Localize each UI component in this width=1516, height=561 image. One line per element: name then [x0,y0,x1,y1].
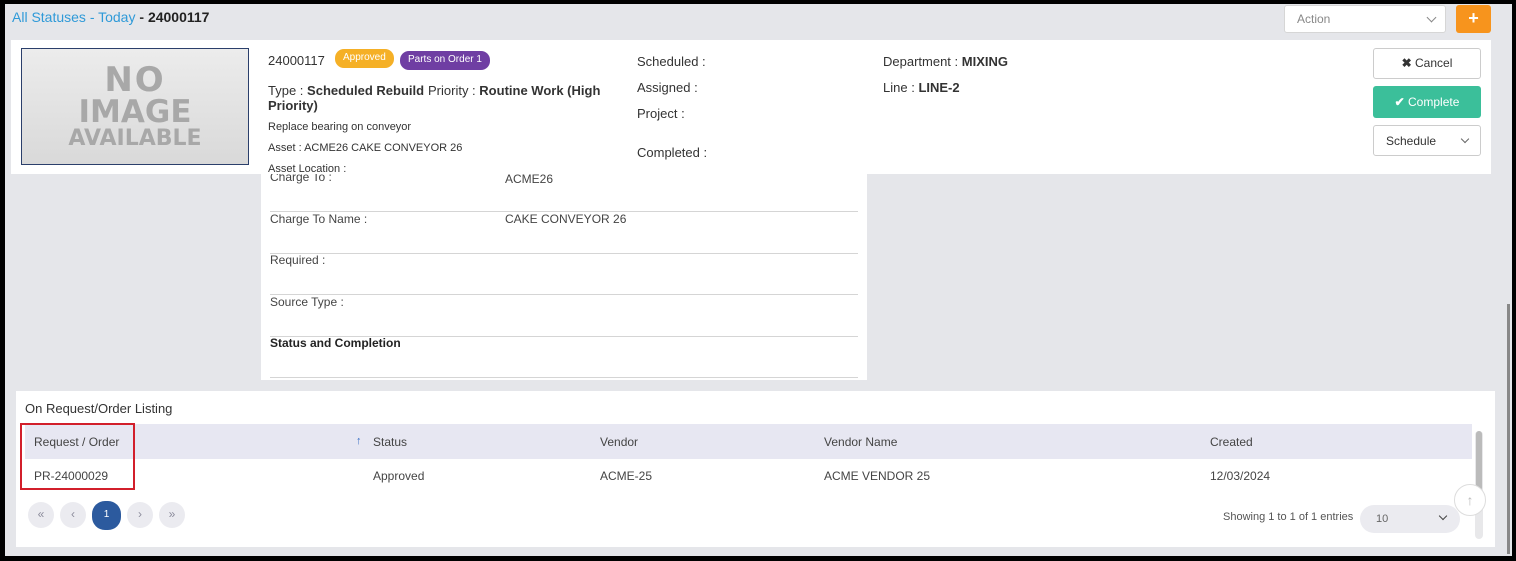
column-header-status[interactable]: Status [373,435,407,449]
parts-badge: Parts on Order 1 [400,51,490,70]
cancel-button-label: Cancel [1415,56,1453,70]
priority-value: Routine Work (High [479,83,601,98]
chevron-down-icon [1438,511,1448,521]
next-page-button[interactable]: › [127,502,153,528]
work-order-number: 24000117 [268,53,325,68]
add-button[interactable]: + [1456,5,1491,33]
type-value: Scheduled Rebuild [307,83,425,98]
priority-label: Priority : [428,83,476,98]
column-header-created[interactable]: Created [1210,435,1253,449]
detail-value: ACME26 [505,174,554,186]
complete-button-label: Complete [1408,95,1460,109]
cancel-button[interactable]: ✖ Cancel [1373,48,1481,79]
app-window: All Statuses - Today - 24000117 Action +… [5,4,1512,556]
line-value: LINE-2 [918,80,960,95]
first-page-button[interactable]: « [28,502,54,528]
last-page-button[interactable]: » [159,502,185,528]
type-label: Type : [268,83,304,98]
chevron-down-icon [1460,134,1470,144]
work-order-details-panel[interactable]: Charge To : ACME26 Charge To Name : CAKE… [261,174,867,380]
department-label: Department : [883,54,959,69]
section-heading: Status and Completion [270,336,401,350]
check-icon: ✔ [1394,95,1405,109]
page-scrollbar[interactable] [1507,304,1510,554]
no-image-placeholder: NO IMAGE AVAILABLE [21,48,249,165]
cell-vendor: ACME-25 [600,469,653,483]
column-header-vendor-name[interactable]: Vendor Name [824,435,897,449]
detail-key: Charge To : [270,174,332,184]
prev-page-button[interactable]: ‹ [60,502,86,528]
page-button-1[interactable]: 1 [92,501,121,530]
detail-row-charge-to: Charge To : ACME26 [270,174,858,212]
cell-status: Approved [373,469,425,483]
detail-key: Source Type : [270,295,344,309]
scheduled-label: Scheduled : [637,54,706,69]
detail-row-required: Required : [270,253,858,295]
schedule-dropdown-label: Schedule [1386,134,1437,148]
table-row[interactable]: PR-24000029 Approved ACME-25 ACME VENDOR… [25,459,1472,490]
times-icon: ✖ [1401,56,1412,70]
detail-key: Charge To Name : [270,212,368,226]
detail-value: CAKE CONVEYOR 26 [505,212,627,226]
asset-field: Asset : ACME26 CAKE CONVEYOR 26 [268,142,463,154]
breadcrumb-separator: - [135,9,148,25]
listing-title: On Request/Order Listing [25,401,173,416]
chevron-down-icon [1426,12,1437,23]
detail-key: Required : [270,253,326,267]
priority-value-line-2: Priority) [268,98,318,113]
breadcrumb-link[interactable]: All Statuses - Today [12,9,135,25]
breadcrumb: All Statuses - Today - 24000117 [12,9,209,25]
type-field: Type : Scheduled Rebuild [268,83,424,98]
department-field: Department : MIXING [883,54,1008,69]
priority-field: Priority : Routine Work (High [428,83,600,98]
page-length-value: 10 [1376,513,1389,525]
status-badge: Approved [335,49,394,68]
request-order-listing: On Request/Order Listing Request / Order… [16,391,1495,547]
cell-vendor-name: ACME VENDOR 25 [824,469,931,483]
department-value: MIXING [961,54,1009,69]
highlight-box [20,423,135,490]
breadcrumb-current: 24000117 [147,9,210,25]
no-image-text-line-3: AVAILABLE [68,126,202,151]
work-order-header: NO IMAGE AVAILABLE 24000117 Approved Par… [11,40,1491,175]
line-field: Line : LINE-2 [883,80,960,95]
arrow-up-icon: ↑ [1466,492,1474,508]
detail-row-source-type: Source Type : [270,295,858,337]
no-image-text-line-1: NO [104,60,166,100]
scrollbar-thumb[interactable] [1476,431,1482,491]
project-label: Project : [637,106,685,121]
complete-button[interactable]: ✔ Complete [1373,86,1481,118]
assigned-label: Assigned : [637,80,698,95]
page-length-select[interactable]: 10 [1360,505,1460,533]
action-select[interactable]: Action [1284,5,1446,33]
cell-created: 12/03/2024 [1210,469,1271,483]
no-image-text-line-2: IMAGE [78,94,192,130]
detail-row-charge-to-name: Charge To Name : CAKE CONVEYOR 26 [270,212,858,254]
action-select-value: Action [1297,12,1331,26]
detail-section-status-completion: Status and Completion [270,336,858,378]
completed-label: Completed : [637,145,708,160]
priority-value-continued: Priority) [268,98,318,113]
schedule-dropdown[interactable]: Schedule [1373,125,1481,156]
scroll-to-top-button[interactable]: ↑ [1454,484,1486,516]
work-order-description: Replace bearing on conveyor [268,121,412,133]
entries-info: Showing 1 to 1 of 1 entries [1223,511,1354,523]
arrow-up-icon[interactable]: ↑ [356,435,362,447]
column-header-vendor[interactable]: Vendor [600,435,638,449]
table-header: Request / Order ↑ Status Vendor Vendor N… [25,424,1472,459]
line-label: Line : [883,80,915,95]
